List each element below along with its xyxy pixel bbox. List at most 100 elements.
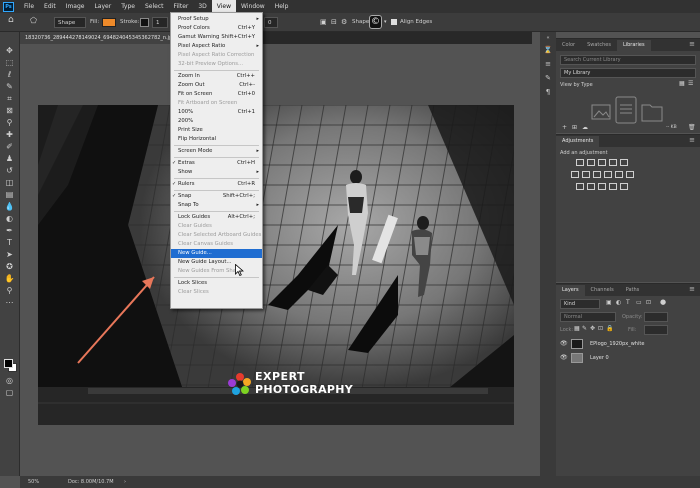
menu-edit[interactable]: Edit xyxy=(39,0,61,13)
pen-tool-icon[interactable]: ✒ xyxy=(4,226,15,236)
tab-layers[interactable]: Layers xyxy=(556,285,585,296)
stroke-width-field[interactable]: 1 px xyxy=(152,17,168,37)
hue-saturation-icon[interactable] xyxy=(571,171,579,178)
tab-color[interactable]: Color xyxy=(556,40,581,51)
status-arrow-icon[interactable]: › xyxy=(124,476,126,488)
home-icon[interactable]: ⌂ xyxy=(8,15,14,26)
lasso-tool-icon[interactable]: ℓ xyxy=(4,70,15,80)
document-photo[interactable]: EXPERT PHOTOGRAPHY xyxy=(38,105,514,425)
menu-item-print-size[interactable]: Print Size xyxy=(171,126,262,135)
filter-adjustment-icon[interactable]: ◐ xyxy=(616,299,621,306)
vibrance-icon[interactable] xyxy=(620,159,628,166)
quick-mask-icon[interactable]: ◎ xyxy=(4,376,15,386)
menu-item-snap[interactable]: Snap Shift+Ctrl+; ✓ xyxy=(171,192,262,201)
library-add-content-icon[interactable]: ⊞ xyxy=(572,124,577,131)
layer-name[interactable]: EPlogo_1920px_white xyxy=(590,341,644,347)
menu-item-new-guide-layout[interactable]: New Guide Layout... xyxy=(171,258,262,267)
lock-position-icon[interactable]: ✥ xyxy=(590,325,595,332)
menu-item-100[interactable]: 100% Ctrl+1 xyxy=(171,108,262,117)
fill-opacity-field[interactable] xyxy=(644,325,668,335)
brush-tool-icon[interactable]: ✐ xyxy=(4,142,15,152)
curves-icon[interactable] xyxy=(598,159,606,166)
eraser-tool-icon[interactable]: ◫ xyxy=(4,178,15,188)
lock-image-icon[interactable]: ✎ xyxy=(582,325,587,332)
menu-item-screen-mode[interactable]: Screen Mode ▸ xyxy=(171,147,262,156)
custom-shape-tool-icon[interactable]: ✪ xyxy=(4,262,15,272)
glyphs-panel-icon[interactable]: ¶ xyxy=(543,88,553,97)
frame-tool-icon[interactable]: ⊠ xyxy=(4,106,15,116)
menu-item-proof-setup[interactable]: Proof Setup ▸ xyxy=(171,15,262,24)
menu-image[interactable]: Image xyxy=(61,0,90,13)
path-ops-icon[interactable]: ▣ xyxy=(320,17,327,28)
menu-select[interactable]: Select xyxy=(140,0,169,13)
zoom-tool-icon[interactable]: ⚲ xyxy=(4,286,15,296)
healing-brush-tool-icon[interactable]: ✚ xyxy=(4,130,15,140)
color-lookup-icon[interactable] xyxy=(626,171,634,178)
menu-item-zoom-in[interactable]: Zoom In Ctrl++ xyxy=(171,72,262,81)
tab-libraries[interactable]: Libraries xyxy=(616,40,651,51)
edit-toolbar-icon[interactable]: ⋯ xyxy=(4,298,15,308)
lock-artboard-icon[interactable]: ⊡ xyxy=(598,325,603,332)
menu-item-200[interactable]: 200% xyxy=(171,117,262,126)
menu-item-pixel-aspect-ratio[interactable]: Pixel Aspect Ratio ▸ xyxy=(171,42,262,51)
settings-gear-icon[interactable]: ⚙ xyxy=(341,17,347,28)
library-select[interactable]: My Library xyxy=(560,68,696,78)
filter-type-icon[interactable]: T xyxy=(626,299,630,306)
shape-tool-icon[interactable]: ⬠ xyxy=(30,15,37,26)
height-field[interactable]: 0 px xyxy=(264,17,278,37)
screen-mode-icon[interactable]: ▢ xyxy=(4,388,15,398)
menu-item-show[interactable]: Show ▸ xyxy=(171,168,262,177)
path-selection-tool-icon[interactable]: ➤ xyxy=(4,250,15,260)
brush-panel-icon[interactable]: ✎ xyxy=(543,74,553,83)
filter-toggle-icon[interactable]: ● xyxy=(660,298,666,306)
menu-type[interactable]: Type xyxy=(116,0,140,13)
layer-filter-kind[interactable]: Kind xyxy=(560,299,600,309)
menu-item-fit-on-screen[interactable]: Fit on Screen Ctrl+0 xyxy=(171,90,262,99)
eyedropper-tool-icon[interactable]: ⚲ xyxy=(4,118,15,128)
list-view-icon[interactable]: ☰ xyxy=(688,80,693,87)
eye-icon[interactable]: 👁 xyxy=(560,354,568,361)
history-brush-tool-icon[interactable]: ↺ xyxy=(4,166,15,176)
path-align-icon[interactable]: ⊟ xyxy=(331,17,337,28)
history-panel-icon[interactable]: ⌛ xyxy=(543,46,553,55)
collapse-panels-icon[interactable]: « xyxy=(543,34,553,43)
selective-color-icon[interactable] xyxy=(609,183,617,190)
photo-filter-icon[interactable] xyxy=(604,171,612,178)
blend-mode-select[interactable]: Normal xyxy=(560,312,616,322)
layer-row[interactable]: 👁 Layer 0 xyxy=(556,351,700,365)
brightness-contrast-icon[interactable] xyxy=(576,159,584,166)
menu-item-extras[interactable]: Extras Ctrl+H ✓ xyxy=(171,159,262,168)
dodge-tool-icon[interactable]: ◐ xyxy=(4,214,15,224)
filter-shape-icon[interactable]: ▭ xyxy=(636,299,642,306)
gradient-map-icon[interactable] xyxy=(620,183,628,190)
layer-name[interactable]: Layer 0 xyxy=(590,355,609,361)
menu-item-flip-horizontal[interactable]: Flip Horizontal xyxy=(171,135,262,144)
doc-size[interactable]: Doc: 8.00M/10.7M xyxy=(68,476,114,488)
layer-row[interactable]: 👁 EPlogo_1920px_white xyxy=(556,337,700,351)
tab-swatches[interactable]: Swatches xyxy=(581,40,617,51)
cloud-icon[interactable]: ☁ xyxy=(582,124,588,131)
layers-menu-icon[interactable]: ≡ xyxy=(689,285,695,293)
menu-layer[interactable]: Layer xyxy=(89,0,116,13)
trash-icon[interactable]: 🗑 xyxy=(688,124,696,131)
library-search-input[interactable]: Search Current Library xyxy=(560,55,696,65)
panel-menu-icon[interactable]: ≡ xyxy=(689,40,695,48)
copyright-shape-picker[interactable]: © xyxy=(369,15,382,29)
menu-item-lock-guides[interactable]: Lock Guides Alt+Ctrl+; xyxy=(171,213,262,222)
foreground-color-swatch[interactable] xyxy=(4,359,13,368)
eye-icon[interactable]: 👁 xyxy=(560,340,568,347)
quick-select-tool-icon[interactable]: ✎ xyxy=(4,82,15,92)
blur-tool-icon[interactable]: 💧 xyxy=(4,202,15,212)
chevron-down-icon[interactable]: ▾ xyxy=(384,17,387,28)
posterize-icon[interactable] xyxy=(587,183,595,190)
adjustments-menu-icon[interactable]: ≡ xyxy=(689,136,695,144)
menu-item-proof-colors[interactable]: Proof Colors Ctrl+Y xyxy=(171,24,262,33)
lock-transparent-icon[interactable]: ▦ xyxy=(574,325,580,332)
canvas-area[interactable]: EXPERT PHOTOGRAPHY xyxy=(20,44,532,476)
properties-panel-icon[interactable]: ≡ xyxy=(543,60,553,69)
type-tool-icon[interactable]: T xyxy=(4,238,15,248)
move-tool-icon[interactable]: ✥ xyxy=(4,46,15,56)
stroke-swatch[interactable] xyxy=(140,18,149,27)
menu-item-snap-to[interactable]: Snap To ▸ xyxy=(171,201,262,210)
fill-swatch[interactable] xyxy=(102,18,116,27)
